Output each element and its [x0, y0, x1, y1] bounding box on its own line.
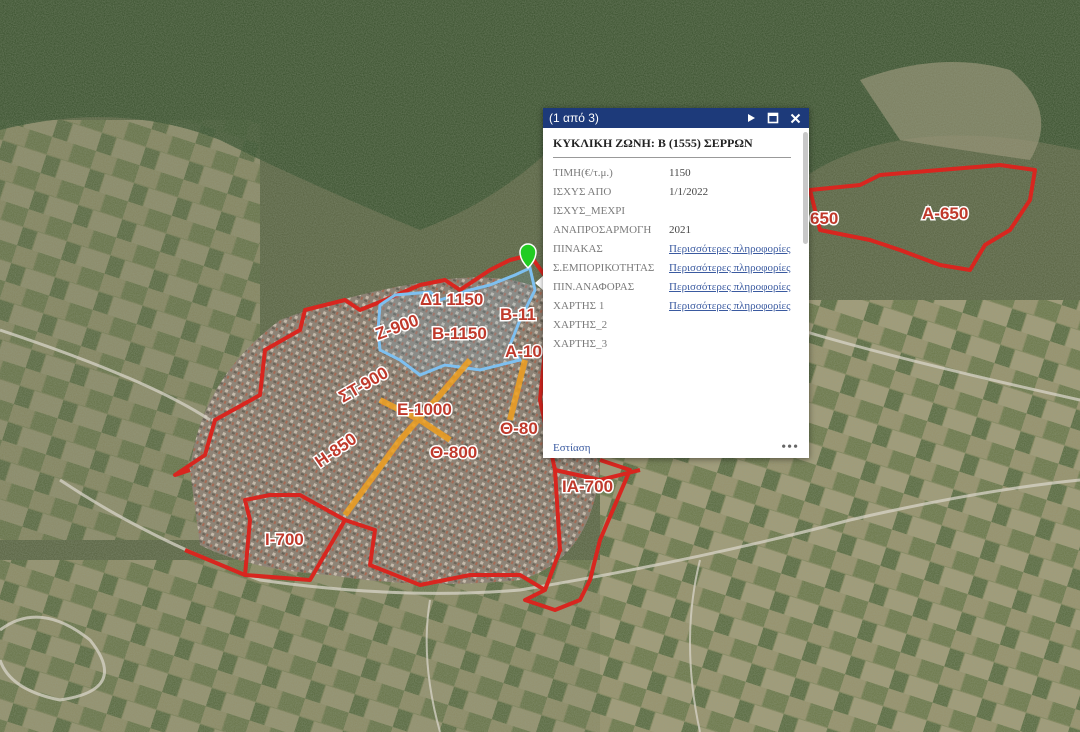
attribute-key: ΤΙΜΗ(€/τ.μ.) [553, 167, 613, 179]
zone-label-e1000: Ε-1000 [397, 400, 452, 419]
attribute-key: ΧΑΡΤΗΣ_2 [553, 319, 608, 331]
attribute-row: ΧΑΡΤΗΣ 1 Περισσότερες πληροφορίες [553, 297, 791, 316]
attribute-key: Σ.ΕΜΠΟΡΙΚΟΤΗΤΑΣ [553, 262, 655, 274]
attribute-row: ΠΙΝ.ΑΝΑΦΟΡΑΣ Περισσότερες πληροφορίες [553, 278, 791, 297]
popup-title: ΚΥΚΛΙΚΗ ΖΩΝΗ: Β (1555) ΣΕΡΡΩΝ [553, 128, 791, 158]
zone-label-a650-left: 650 [810, 209, 838, 228]
attribute-key: ΧΑΡΤΗΣ_3 [553, 338, 608, 350]
attribute-key: ΙΣΧΥΣ_ΜΕΧΡΙ [553, 205, 626, 217]
attribute-value: 2021 [669, 224, 691, 236]
attribute-key: ΠΙΝ.ΑΝΑΦΟΡΑΣ [553, 281, 635, 293]
attribute-row: Σ.ΕΜΠΟΡΙΚΟΤΗΤΑΣ Περισσότερες πληροφορίες [553, 259, 791, 278]
more-info-link[interactable]: Περισσότερες πληροφορίες [669, 262, 790, 274]
zone-label-i700: Ι-700 [265, 530, 304, 549]
zone-label-th800: Θ-800 [430, 443, 477, 462]
attribute-row: ΑΝΑΠΡΟΣΑΡΜΟΓΗ 2021 [553, 221, 791, 240]
attribute-value: Περισσότερες πληροφορίες [669, 240, 791, 259]
popup-footer: Εστίαση ••• [543, 438, 809, 458]
attribute-key: ΧΑΡΤΗΣ 1 [553, 300, 605, 312]
zone-label-ia700: ΙΑ-700 [562, 477, 613, 496]
maximize-icon[interactable] [765, 110, 781, 126]
attribute-value: Περισσότερες πληροφορίες [669, 278, 791, 297]
attribute-row: ΤΙΜΗ(€/τ.μ.) 1150 [553, 164, 791, 183]
more-info-link[interactable]: Περισσότερες πληροφορίες [669, 243, 790, 255]
play-icon[interactable] [743, 110, 759, 126]
attribute-row: ΧΑΡΤΗΣ_2 [553, 316, 791, 335]
zone-label-th800-right: Θ-80 [500, 419, 538, 438]
attribute-row: ΙΣΧΥΣ_ΜΕΧΡΙ [553, 202, 791, 221]
more-info-link[interactable]: Περισσότερες πληροφορίες [669, 281, 790, 293]
zone-label-a650: Α-650 [922, 204, 968, 223]
feature-popup: (1 από 3) ΚΥΚΛΙΚΗ ΖΩΝΗ: Β (1555) ΣΕΡΡΩΝ … [543, 108, 809, 458]
zone-label-d1150: Δ1 1150 [420, 290, 483, 309]
attribute-value: Περισσότερες πληροφορίες [669, 259, 791, 278]
satellite-map[interactable]: 650 Α-650 Δ1 1150 Β-11 Ζ-900 Β-1150 Α-10… [0, 0, 1080, 732]
zone-label-b1150-top: Β-11 [500, 305, 536, 324]
more-info-link[interactable]: Περισσότερες πληροφορίες [669, 300, 790, 312]
attribute-value: 1150 [669, 167, 691, 179]
more-actions-icon[interactable]: ••• [781, 440, 799, 456]
zone-label-b1150: Β-1150 [432, 324, 487, 343]
attribute-row: ΠΙΝΑΚΑΣ Περισσότερες πληροφορίες [553, 240, 791, 259]
attribute-row: ΧΑΡΤΗΣ_3 [553, 335, 791, 354]
popup-body: ΚΥΚΛΙΚΗ ΖΩΝΗ: Β (1555) ΣΕΡΡΩΝ ΤΙΜΗ(€/τ.μ… [543, 128, 801, 438]
attribute-table: ΤΙΜΗ(€/τ.μ.) 1150 ΙΣΧΥΣ ΑΠΟ 1/1/2022 ΙΣΧΥΣ_Μ… [553, 164, 791, 354]
attribute-value [669, 202, 791, 221]
attribute-key: ΙΣΧΥΣ ΑΠΟ [553, 186, 612, 198]
popup-scrollbar[interactable] [803, 132, 808, 244]
attribute-key: ΑΝΑΠΡΟΣΑΡΜΟΓΗ [553, 224, 652, 236]
zoom-to-link[interactable]: Εστίαση [553, 442, 781, 454]
zone-label-a10: Α-10 [505, 342, 542, 361]
attribute-key: ΠΙΝΑΚΑΣ [553, 243, 603, 255]
popup-header: (1 από 3) [543, 108, 809, 128]
attribute-value [669, 316, 791, 335]
close-icon[interactable] [787, 110, 803, 126]
attribute-value: 1/1/2022 [669, 186, 709, 198]
popup-feature-count: (1 από 3) [549, 111, 599, 125]
attribute-row: ΙΣΧΥΣ ΑΠΟ 1/1/2022 [553, 183, 791, 202]
attribute-value: Περισσότερες πληροφορίες [669, 297, 791, 316]
attribute-value [669, 335, 791, 354]
